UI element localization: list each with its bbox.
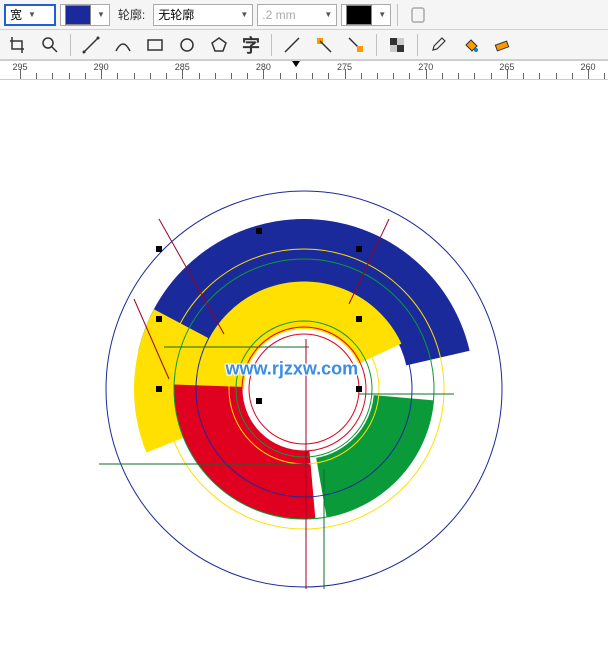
line-tool[interactable] [77, 32, 105, 58]
selection-handle[interactable] [156, 386, 162, 392]
outline-style-dropdown[interactable]: 无轮廓 ▼ [153, 4, 253, 26]
selection-handle[interactable] [256, 398, 262, 404]
paint-bucket-tool[interactable] [456, 32, 484, 58]
separator [271, 34, 272, 56]
outline-color-swatch [346, 5, 372, 25]
selection-handle[interactable] [356, 316, 362, 322]
curve-tool[interactable] [109, 32, 137, 58]
selection-handle[interactable] [356, 246, 362, 252]
separator [376, 34, 377, 56]
polygon-tool[interactable] [205, 32, 233, 58]
zoom-tool[interactable] [36, 32, 64, 58]
dropdown-icon: ▼ [378, 10, 386, 19]
outline-style-value: 无轮廓 [158, 6, 194, 23]
separator [417, 34, 418, 56]
outline-label: 轮廓: [114, 6, 149, 23]
text-tool[interactable]: 字 [237, 32, 265, 58]
fill-mode-label: 宽 [10, 6, 22, 23]
diagonal-tool[interactable] [278, 32, 306, 58]
marker-rb-tool[interactable] [342, 32, 370, 58]
dropdown-icon: ▼ [324, 10, 332, 19]
separator [70, 34, 71, 56]
selection-handle[interactable] [256, 228, 262, 234]
selection-handle[interactable] [356, 386, 362, 392]
rectangle-tool[interactable] [141, 32, 169, 58]
dropdown-icon: ▼ [28, 10, 36, 19]
ellipse-tool[interactable] [173, 32, 201, 58]
eyedropper-tool[interactable] [424, 32, 452, 58]
outline-color-picker[interactable]: ▼ [341, 4, 391, 26]
canvas[interactable]: www.rjzxw.com [0, 80, 608, 657]
selection-handle[interactable] [156, 316, 162, 322]
property-bar: 宽 ▼ ▼ 轮廓: 无轮廓 ▼ .2 mm ▼ ▼ [0, 0, 608, 30]
fill-color-swatch [65, 5, 91, 25]
horizontal-ruler[interactable]: 295290285280275270265260 [0, 60, 608, 80]
tool-bar: 字 [0, 30, 608, 60]
artwork[interactable] [39, 89, 569, 649]
container-icon[interactable] [404, 2, 432, 28]
marker-lt-tool[interactable] [310, 32, 338, 58]
fill-color-picker[interactable]: ▼ [60, 4, 110, 26]
fill-mode-dropdown[interactable]: 宽 ▼ [4, 4, 56, 26]
eraser-tool[interactable] [488, 32, 516, 58]
selection-handle[interactable] [156, 246, 162, 252]
outline-width-value: .2 mm [262, 8, 295, 22]
dropdown-icon: ▼ [240, 10, 248, 19]
crop-tool[interactable] [4, 32, 32, 58]
separator [397, 4, 398, 26]
outline-width-dropdown[interactable]: .2 mm ▼ [257, 4, 337, 26]
transparency-tool[interactable] [383, 32, 411, 58]
dropdown-icon: ▼ [97, 10, 105, 19]
